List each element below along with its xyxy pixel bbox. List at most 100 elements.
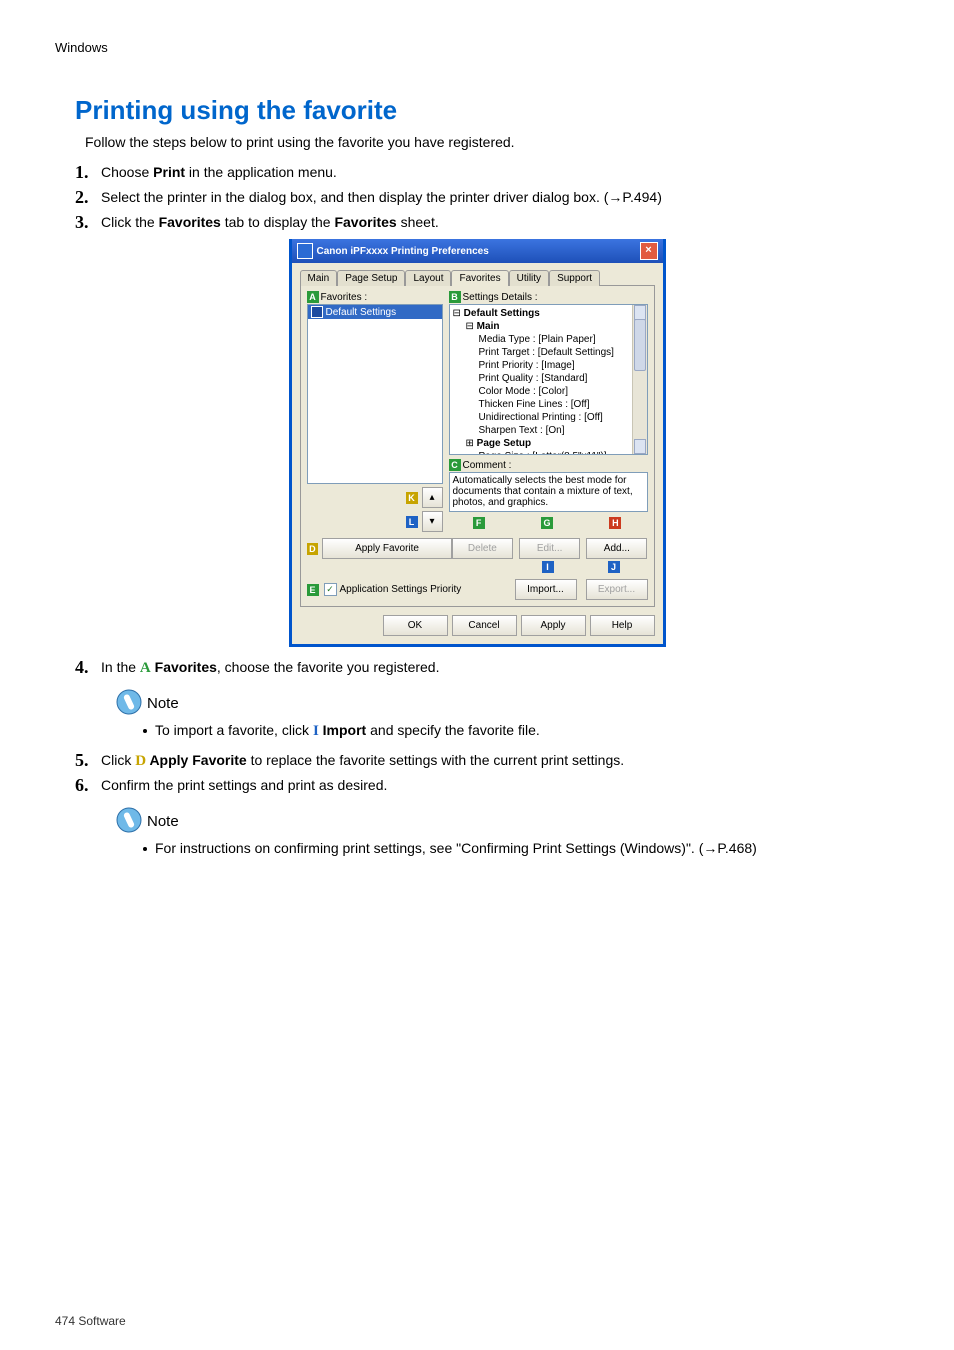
step-6: 6. Confirm the print settings and print … (75, 775, 899, 796)
key-b: B (449, 291, 461, 303)
step-5: 5. Click D Apply Favorite to replace the… (75, 750, 899, 771)
step-1: 1. Choose Print in the application menu. (75, 162, 899, 183)
step-number: 5. (75, 750, 101, 771)
tree-item: Color Mode : [Color] (479, 385, 644, 398)
label-comment: Comment : (463, 460, 512, 471)
key-k: K (406, 492, 418, 504)
key-j: J (608, 561, 620, 573)
page-footer: 474 Software (55, 1314, 126, 1328)
note-label: Note (147, 695, 179, 712)
note-bullet: For instructions on confirming print set… (143, 840, 899, 856)
text: To import a favorite, click (155, 722, 313, 738)
favorites-listbox[interactable]: Default Settings (307, 304, 443, 484)
scrollbar[interactable] (632, 305, 647, 454)
document-icon (311, 306, 323, 318)
label-app-priority: Application Settings Priority (340, 584, 462, 595)
dialog-printing-preferences: Canon iPFxxxx Printing Preferences × Mai… (289, 239, 666, 647)
callout-key-d: D (135, 753, 146, 769)
label-favorites: Favorites : (321, 292, 368, 303)
step-number: 2. (75, 187, 101, 208)
favorites-item-label: Default Settings (326, 307, 397, 318)
tree-item: Sharpen Text : [On] (479, 424, 644, 437)
key-i: I (542, 561, 554, 573)
favorites-item-selected[interactable]: Default Settings (308, 305, 442, 319)
step-2: 2. Select the printer in the dialog box,… (75, 187, 899, 208)
note-icon (115, 806, 143, 834)
step-text: Select the printer in the dialog box, an… (101, 187, 662, 205)
move-up-button[interactable]: ▴ (422, 487, 443, 508)
move-down-button[interactable]: ▾ (422, 511, 443, 532)
tree-item: Print Priority : [Image] (479, 359, 644, 372)
text: Choose (101, 164, 153, 180)
tree-main: Main (477, 321, 500, 332)
note-bullet: To import a favorite, click I Import and… (143, 722, 899, 740)
step-number: 6. (75, 775, 101, 796)
header-section-label: Windows (55, 40, 899, 55)
note-block-2: Note For instructions on confirming prin… (115, 806, 899, 856)
help-button[interactable]: Help (590, 615, 655, 636)
key-h: H (609, 517, 621, 529)
key-c: C (449, 459, 461, 471)
callout-key-a: A (140, 660, 151, 676)
tree-root: Default Settings (464, 308, 540, 319)
text: For instructions on confirming print set… (155, 840, 757, 856)
note-icon (115, 688, 143, 716)
tab-support[interactable]: Support (549, 270, 600, 286)
app-priority-checkbox[interactable]: ✓ (324, 583, 337, 596)
import-button[interactable]: Import... (515, 579, 577, 600)
tree-item: Media Type : [Plain Paper] (479, 333, 644, 346)
tab-main[interactable]: Main (300, 270, 338, 286)
tree-item: Print Target : [Default Settings] (479, 346, 644, 359)
comment-textbox: Automatically selects the best mode for … (449, 472, 648, 512)
text: , choose the favorite you registered. (217, 659, 440, 675)
settings-tree[interactable]: ⊟ Default Settings ⊟ Main Media Type : [… (449, 304, 648, 455)
text: sheet. (397, 214, 439, 230)
text: Click the (101, 214, 159, 230)
tree-item: Print Quality : [Standard] (479, 372, 644, 385)
text: and specify the favorite file. (366, 722, 540, 738)
key-g: G (541, 517, 553, 529)
dialog-titlebar[interactable]: Canon iPFxxxx Printing Preferences × (292, 239, 663, 263)
note-block-1: Note To import a favorite, click I Impor… (115, 688, 899, 740)
tab-layout[interactable]: Layout (405, 270, 451, 286)
export-button: Export... (586, 579, 648, 600)
tree-item: Page Size : [Letter(8.5"x11")] (479, 450, 644, 455)
text: In the (101, 659, 140, 675)
key-d: D (307, 543, 319, 555)
dialog-title: Canon iPFxxxx Printing Preferences (317, 246, 489, 257)
label-settings-details: Settings Details : (463, 292, 538, 303)
ok-button[interactable]: OK (383, 615, 448, 636)
text: Click (101, 752, 135, 768)
text-bold: Favorites (151, 659, 217, 675)
cancel-button[interactable]: Cancel (452, 615, 517, 636)
section-title: Printing using the favorite (75, 95, 879, 126)
section-intro: Follow the steps below to print using th… (85, 134, 869, 150)
step-text: Confirm the print settings and print as … (101, 775, 387, 793)
tree-item: Thicken Fine Lines : [Off] (479, 398, 644, 411)
text: to replace the favorite settings with th… (247, 752, 624, 768)
text-bold: Favorites (334, 214, 396, 230)
key-a: A (307, 291, 319, 303)
key-f: F (473, 517, 485, 529)
tab-utility[interactable]: Utility (509, 270, 549, 286)
note-label: Note (147, 813, 179, 830)
text-bold: Print (153, 164, 185, 180)
key-e: E (307, 584, 319, 596)
edit-button: Edit... (519, 538, 580, 559)
tab-favorites[interactable]: Favorites (451, 270, 508, 286)
step-number: 3. (75, 212, 101, 233)
tab-page-setup[interactable]: Page Setup (337, 270, 405, 286)
apply-favorite-button[interactable]: Apply Favorite (322, 538, 451, 559)
step-4: 4. In the A Favorites, choose the favori… (75, 657, 899, 678)
close-icon[interactable]: × (640, 242, 658, 260)
text-bold: Import (319, 722, 366, 738)
add-button[interactable]: Add... (586, 538, 647, 559)
tree-page-setup: Page Setup (477, 438, 531, 449)
apply-button[interactable]: Apply (521, 615, 586, 636)
tree-item: Unidirectional Printing : [Off] (479, 411, 644, 424)
step-number: 1. (75, 162, 101, 183)
text-bold: Apply Favorite (146, 752, 247, 768)
step-3: 3. Click the Favorites tab to display th… (75, 212, 899, 233)
tab-strip: Main Page Setup Layout Favorites Utility… (300, 269, 655, 285)
key-l: L (406, 516, 418, 528)
